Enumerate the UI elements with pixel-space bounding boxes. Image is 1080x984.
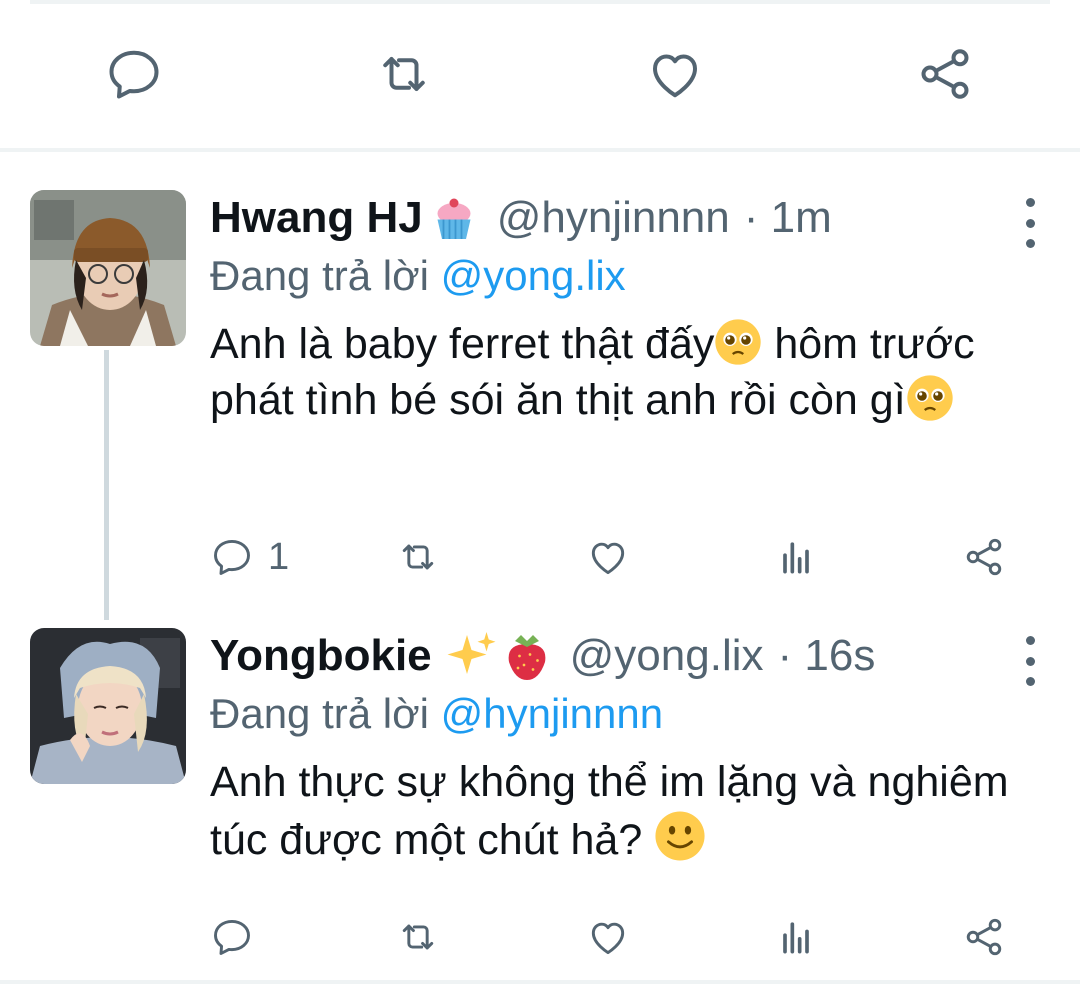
share-icon xyxy=(966,538,1002,576)
avatar[interactable] xyxy=(30,628,186,784)
like-icon xyxy=(591,922,625,955)
reply-tweet[interactable]: Yongbokie @yong.lix · 16s Đang trả lời @… xyxy=(0,628,1080,984)
display-name[interactable]: Yongbokie xyxy=(210,631,432,681)
slightly-smiling-face-emoji xyxy=(654,810,706,862)
reply-count: 1 xyxy=(268,535,290,578)
display-name[interactable]: Hwang HJ xyxy=(210,193,423,243)
like-button[interactable] xyxy=(586,912,630,962)
tweet-header: Yongbokie @yong.lix · 16s xyxy=(210,628,1050,684)
reply-tweet[interactable]: Hwang HJ @hynjinnnn · 1m Đang trả lời @y… xyxy=(0,190,1080,590)
tweet-text-part: Anh là baby ferret thật đấy xyxy=(210,320,715,368)
replying-to: Đang trả lời @yong.lix xyxy=(210,248,1050,304)
sparkles-strawberry-emoji xyxy=(446,629,554,683)
pleading-face-emoji xyxy=(714,318,762,366)
replying-to: Đang trả lời @hynjinnnn xyxy=(210,686,1050,742)
tweet-text: Anh là baby ferret thật đấy hôm trước ph… xyxy=(210,316,1050,428)
timestamp: · 16s xyxy=(777,631,876,680)
reply-icon[interactable] xyxy=(104,44,164,104)
section-divider xyxy=(0,148,1080,152)
share-icon[interactable] xyxy=(915,44,975,104)
tweet-text-content: Anh thực sự không thể im lặng và nghiêm … xyxy=(210,758,1009,864)
like-button[interactable] xyxy=(586,532,630,582)
reply-button[interactable]: 1 xyxy=(210,532,289,582)
tweet-header: Hwang HJ @hynjinnnn · 1m xyxy=(210,190,1050,246)
analytics-button[interactable] xyxy=(774,532,818,582)
retweet-icon xyxy=(402,924,434,950)
analytics-icon xyxy=(783,542,809,574)
main-tweet-action-bar xyxy=(0,0,1080,148)
retweet-icon xyxy=(402,544,434,570)
analytics-icon xyxy=(783,922,809,954)
reply-button[interactable] xyxy=(210,912,254,962)
user-handle[interactable]: @yong.lix xyxy=(570,631,764,681)
share-button[interactable] xyxy=(962,912,1006,962)
tweet-action-bar xyxy=(210,912,1010,962)
analytics-button[interactable] xyxy=(774,912,818,962)
user-handle[interactable]: @hynjinnnn xyxy=(497,193,730,243)
cupcake-emoji xyxy=(427,191,481,245)
replying-prefix: Đang trả lời xyxy=(210,690,429,737)
retweet-button[interactable] xyxy=(396,532,440,582)
more-options-icon[interactable] xyxy=(1010,198,1050,248)
like-icon xyxy=(591,542,625,575)
like-icon[interactable] xyxy=(645,44,705,104)
more-options-icon[interactable] xyxy=(1010,636,1050,686)
retweet-button[interactable] xyxy=(396,912,440,962)
share-icon xyxy=(966,918,1002,956)
bottom-divider xyxy=(0,980,1080,984)
tweet-action-bar: 1 xyxy=(210,532,1010,582)
share-button[interactable] xyxy=(962,532,1006,582)
mention-link[interactable]: @hynjinnnn xyxy=(441,690,663,737)
retweet-icon[interactable] xyxy=(374,44,434,104)
timestamp: · 1m xyxy=(743,193,832,242)
reply-icon xyxy=(214,919,250,955)
reply-icon xyxy=(214,539,250,575)
tweet-text: Anh thực sự không thể im lặng và nghiêm … xyxy=(210,754,1050,868)
replying-prefix: Đang trả lời xyxy=(210,252,429,299)
mention-link[interactable]: @yong.lix xyxy=(441,252,626,299)
avatar[interactable] xyxy=(30,190,186,346)
pleading-face-emoji xyxy=(906,374,954,422)
